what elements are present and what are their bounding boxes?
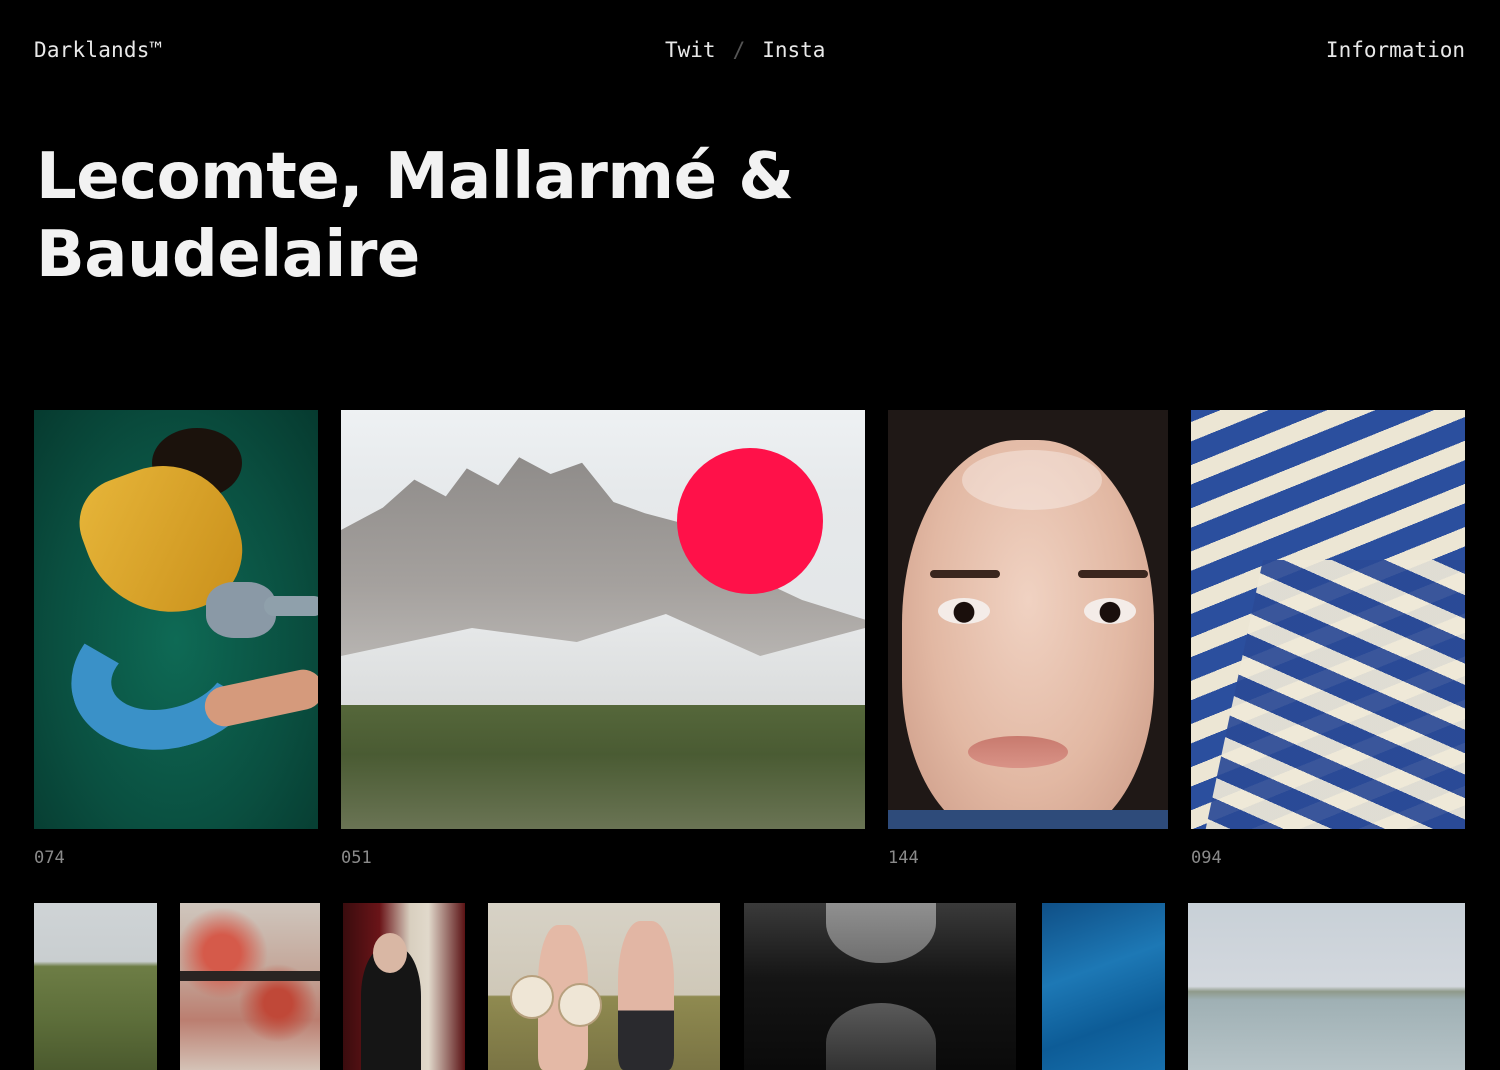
tile-image-detail (558, 983, 602, 1027)
tile-image-detail (888, 810, 1168, 829)
tile-number: 094 (1191, 848, 1222, 868)
tile-image-detail (902, 440, 1154, 829)
twit-link[interactable]: Twit (665, 38, 716, 62)
tile-image-detail (962, 450, 1102, 510)
tile-image-detail (938, 598, 990, 624)
tile-number: 074 (34, 848, 65, 868)
gallery-tile[interactable] (1188, 903, 1465, 1070)
tile-image-detail (341, 705, 865, 829)
red-dot-cursor (677, 448, 823, 594)
tile-image-detail (826, 1003, 936, 1070)
tile-image-detail (1078, 570, 1148, 578)
tile-number: 144 (888, 848, 919, 868)
gallery-tile[interactable] (488, 903, 720, 1070)
tile-image-detail (968, 736, 1068, 768)
gallery-tile[interactable] (34, 903, 157, 1070)
gallery-tile-074[interactable] (34, 410, 318, 829)
tile-image-detail (1199, 560, 1465, 829)
gallery-tile-094[interactable] (1191, 410, 1465, 829)
tile-image-detail (373, 933, 407, 973)
tile-image-detail (826, 903, 936, 963)
gallery-tile[interactable] (180, 903, 320, 1070)
tile-image-detail (510, 975, 554, 1019)
insta-link[interactable]: Insta (762, 38, 825, 62)
gallery-tile-051[interactable] (341, 410, 865, 829)
information-link[interactable]: Information (1326, 38, 1465, 62)
tile-image-detail (264, 596, 318, 616)
tile-image-detail (1084, 598, 1136, 624)
tile-number: 051 (341, 848, 372, 868)
gallery-tile[interactable] (343, 903, 465, 1070)
page-title: Lecomte, Mallarmé & Baudelaire (36, 140, 794, 292)
brand-logo[interactable]: Darklands™ (34, 38, 162, 62)
gallery-tile[interactable] (1042, 903, 1165, 1070)
tile-image-detail (618, 921, 674, 1070)
tile-image-detail (180, 971, 320, 981)
gallery-tile-144[interactable] (888, 410, 1168, 829)
tile-image-detail (930, 570, 1000, 578)
gallery-tile[interactable] (744, 903, 1016, 1070)
social-links: Twit / Insta (665, 38, 825, 62)
social-separator: / (732, 38, 746, 62)
